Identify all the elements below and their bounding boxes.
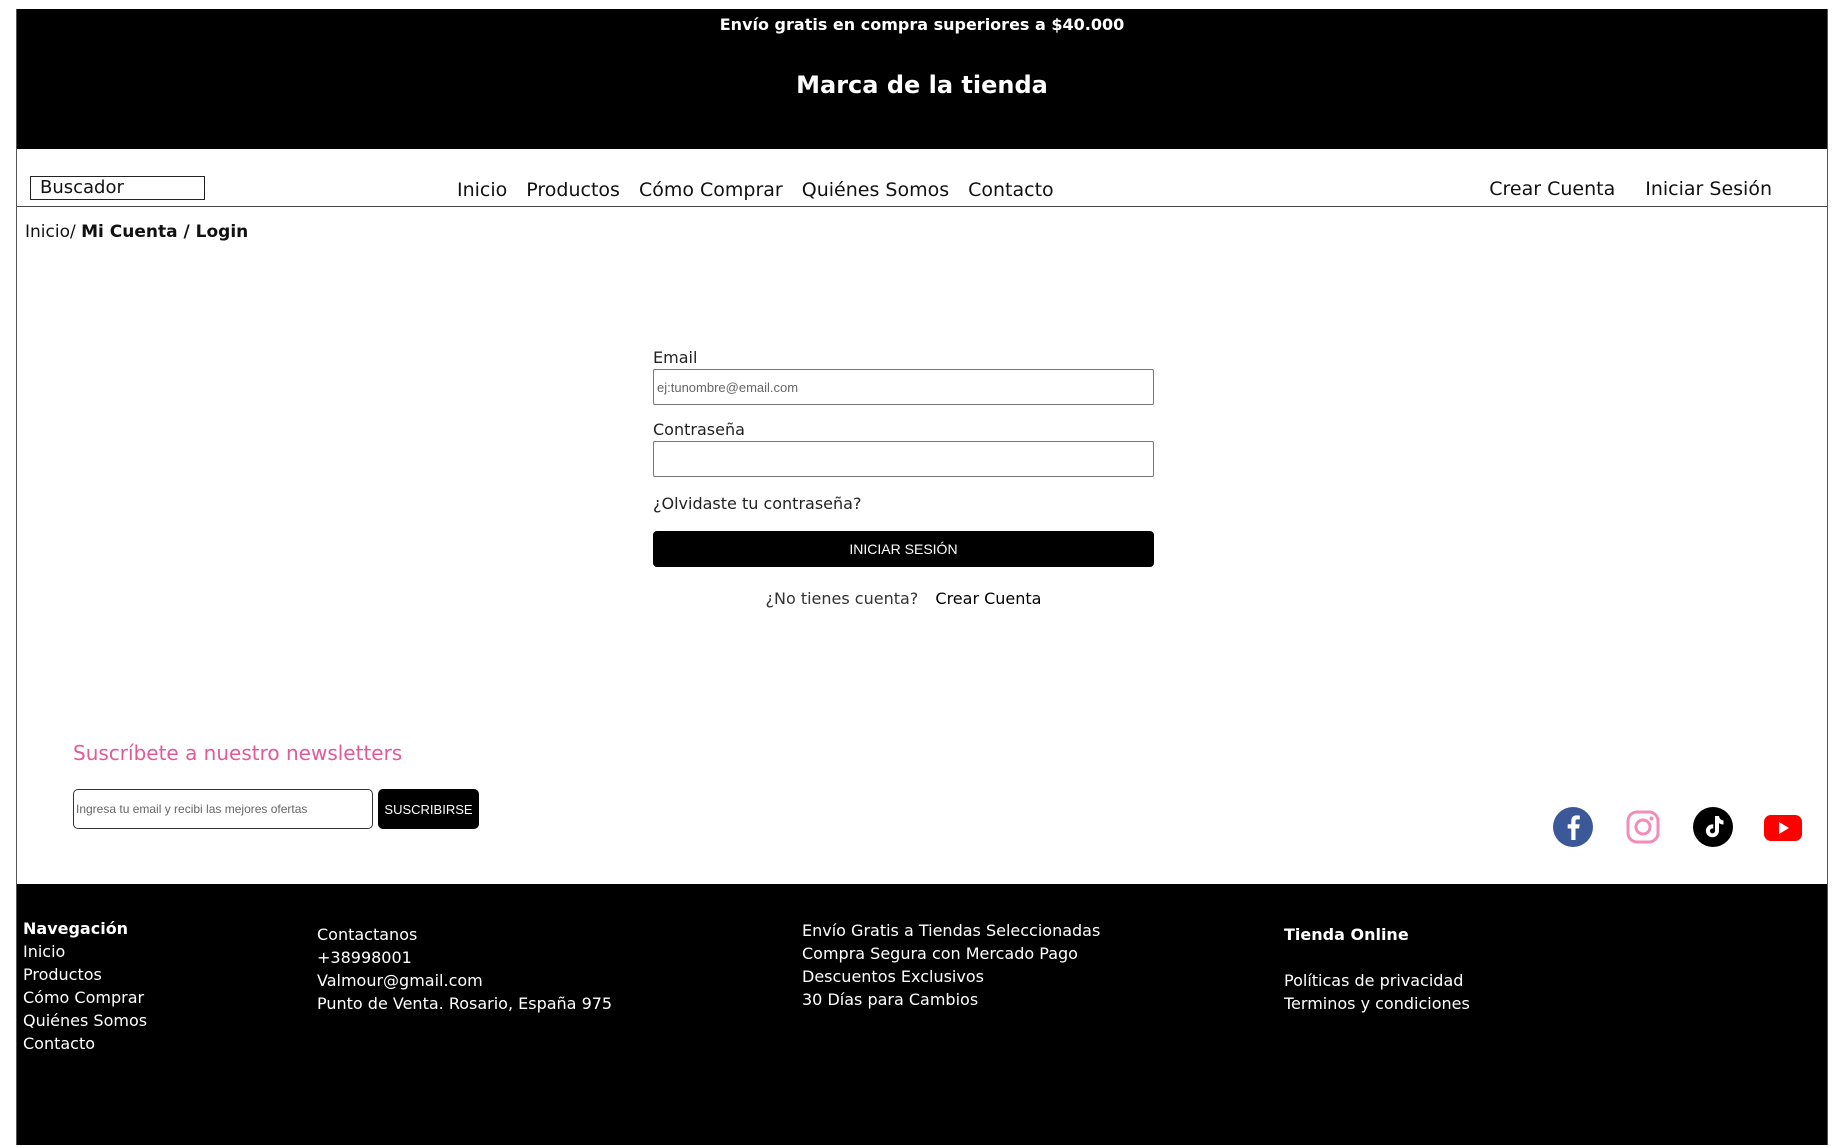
nav-item-inicio[interactable]: Inicio	[457, 179, 507, 201]
footer-link-productos[interactable]: Productos	[23, 963, 147, 986]
instagram-icon[interactable]	[1622, 806, 1664, 848]
footer-nav-title: Navegación	[23, 919, 129, 938]
footer-link-quienes-somos[interactable]: Quiénes Somos	[23, 1009, 147, 1032]
newsletter-email-input[interactable]	[73, 789, 373, 829]
footer-email: Valmour@gmail.com	[317, 971, 483, 990]
footer-link-contacto[interactable]: Contacto	[23, 1032, 147, 1055]
footer-benefit-item: Descuentos Exclusivos	[802, 967, 984, 986]
footer-store: Tienda Online Políticas de privacidad Te…	[1284, 923, 1470, 1015]
footer-benefit-item: 30 Días para Cambios	[802, 990, 979, 1009]
store-brand[interactable]: Marca de la tienda	[17, 71, 1827, 99]
password-label: Contraseña	[653, 420, 745, 439]
footer-link-como-comprar[interactable]: Cómo Comprar	[23, 986, 147, 1009]
forgot-password-link[interactable]: ¿Olvidaste tu contraseña?	[653, 494, 861, 513]
search-input[interactable]	[30, 176, 205, 200]
nav-item-contacto[interactable]: Contacto	[968, 179, 1054, 201]
create-account-button[interactable]: Crear Cuenta	[935, 589, 1041, 608]
footer-contact-title: Contactanos	[317, 925, 418, 944]
email-field[interactable]	[653, 369, 1154, 405]
email-label: Email	[653, 348, 698, 367]
breadcrumb-current: Mi Cuenta / Login	[81, 222, 249, 242]
breadcrumb-home[interactable]: Inicio/	[25, 222, 76, 242]
newsletter-title: Suscríbete a nuestro newsletters	[73, 741, 403, 765]
facebook-icon[interactable]	[1552, 806, 1594, 848]
footer-navigation: Navegación Inicio Productos Cómo Comprar…	[23, 917, 147, 1055]
footer-benefits: Envío Gratis a Tiendas Seleccionadas Com…	[802, 919, 1100, 1011]
social-links	[1552, 806, 1827, 848]
footer-contact: Contactanos +38998001 Valmour@gmail.com …	[317, 923, 612, 1015]
login-button[interactable]: Iniciar sesión	[653, 531, 1154, 567]
main-menu: Inicio Productos Cómo Comprar Quiénes So…	[457, 179, 1073, 201]
signup-prompt: ¿No tienes cuenta? Crear Cuenta	[653, 589, 1154, 608]
privacy-policy-link[interactable]: Políticas de privacidad	[1284, 969, 1470, 992]
site-footer: Navegación Inicio Productos Cómo Comprar…	[17, 884, 1827, 1145]
login-form: Email Contraseña ¿Olvidaste tu contraseñ…	[653, 348, 1154, 608]
promo-text: Envío gratis en compra superiores a $40.…	[719, 15, 1125, 34]
footer-phone: +38998001	[317, 948, 412, 967]
password-field[interactable]	[653, 441, 1154, 477]
footer-address: Punto de Venta. Rosario, España 975	[317, 994, 613, 1013]
create-account-link[interactable]: Crear Cuenta	[1489, 178, 1615, 200]
page-frame: Envío gratis en compra superiores a $40.…	[16, 9, 1828, 1145]
footer-link-inicio[interactable]: Inicio	[23, 940, 147, 963]
login-link[interactable]: Iniciar Sesión	[1645, 178, 1772, 200]
youtube-icon[interactable]	[1762, 806, 1804, 848]
tiktok-icon[interactable]	[1692, 806, 1734, 848]
nav-item-quienes-somos[interactable]: Quiénes Somos	[802, 179, 949, 201]
main-navbar: Inicio Productos Cómo Comprar Quiénes So…	[17, 149, 1827, 207]
subscribe-button[interactable]: SUSCRIBIRSE	[378, 789, 479, 829]
no-account-text: ¿No tienes cuenta?	[765, 589, 919, 608]
footer-store-title: Tienda Online	[1284, 925, 1409, 944]
account-links: Crear Cuenta Iniciar Sesión	[1459, 178, 1772, 200]
nav-item-como-comprar[interactable]: Cómo Comprar	[639, 179, 783, 201]
footer-benefit-item: Compra Segura con Mercado Pago	[802, 944, 1078, 963]
nav-item-productos[interactable]: Productos	[526, 179, 620, 201]
footer-benefit-item: Envío Gratis a Tiendas Seleccionadas	[802, 921, 1101, 940]
top-banner: Envío gratis en compra superiores a $40.…	[17, 9, 1827, 149]
terms-link[interactable]: Terminos y condiciones	[1284, 992, 1470, 1015]
breadcrumb: Inicio/ Mi Cuenta / Login	[25, 222, 248, 242]
